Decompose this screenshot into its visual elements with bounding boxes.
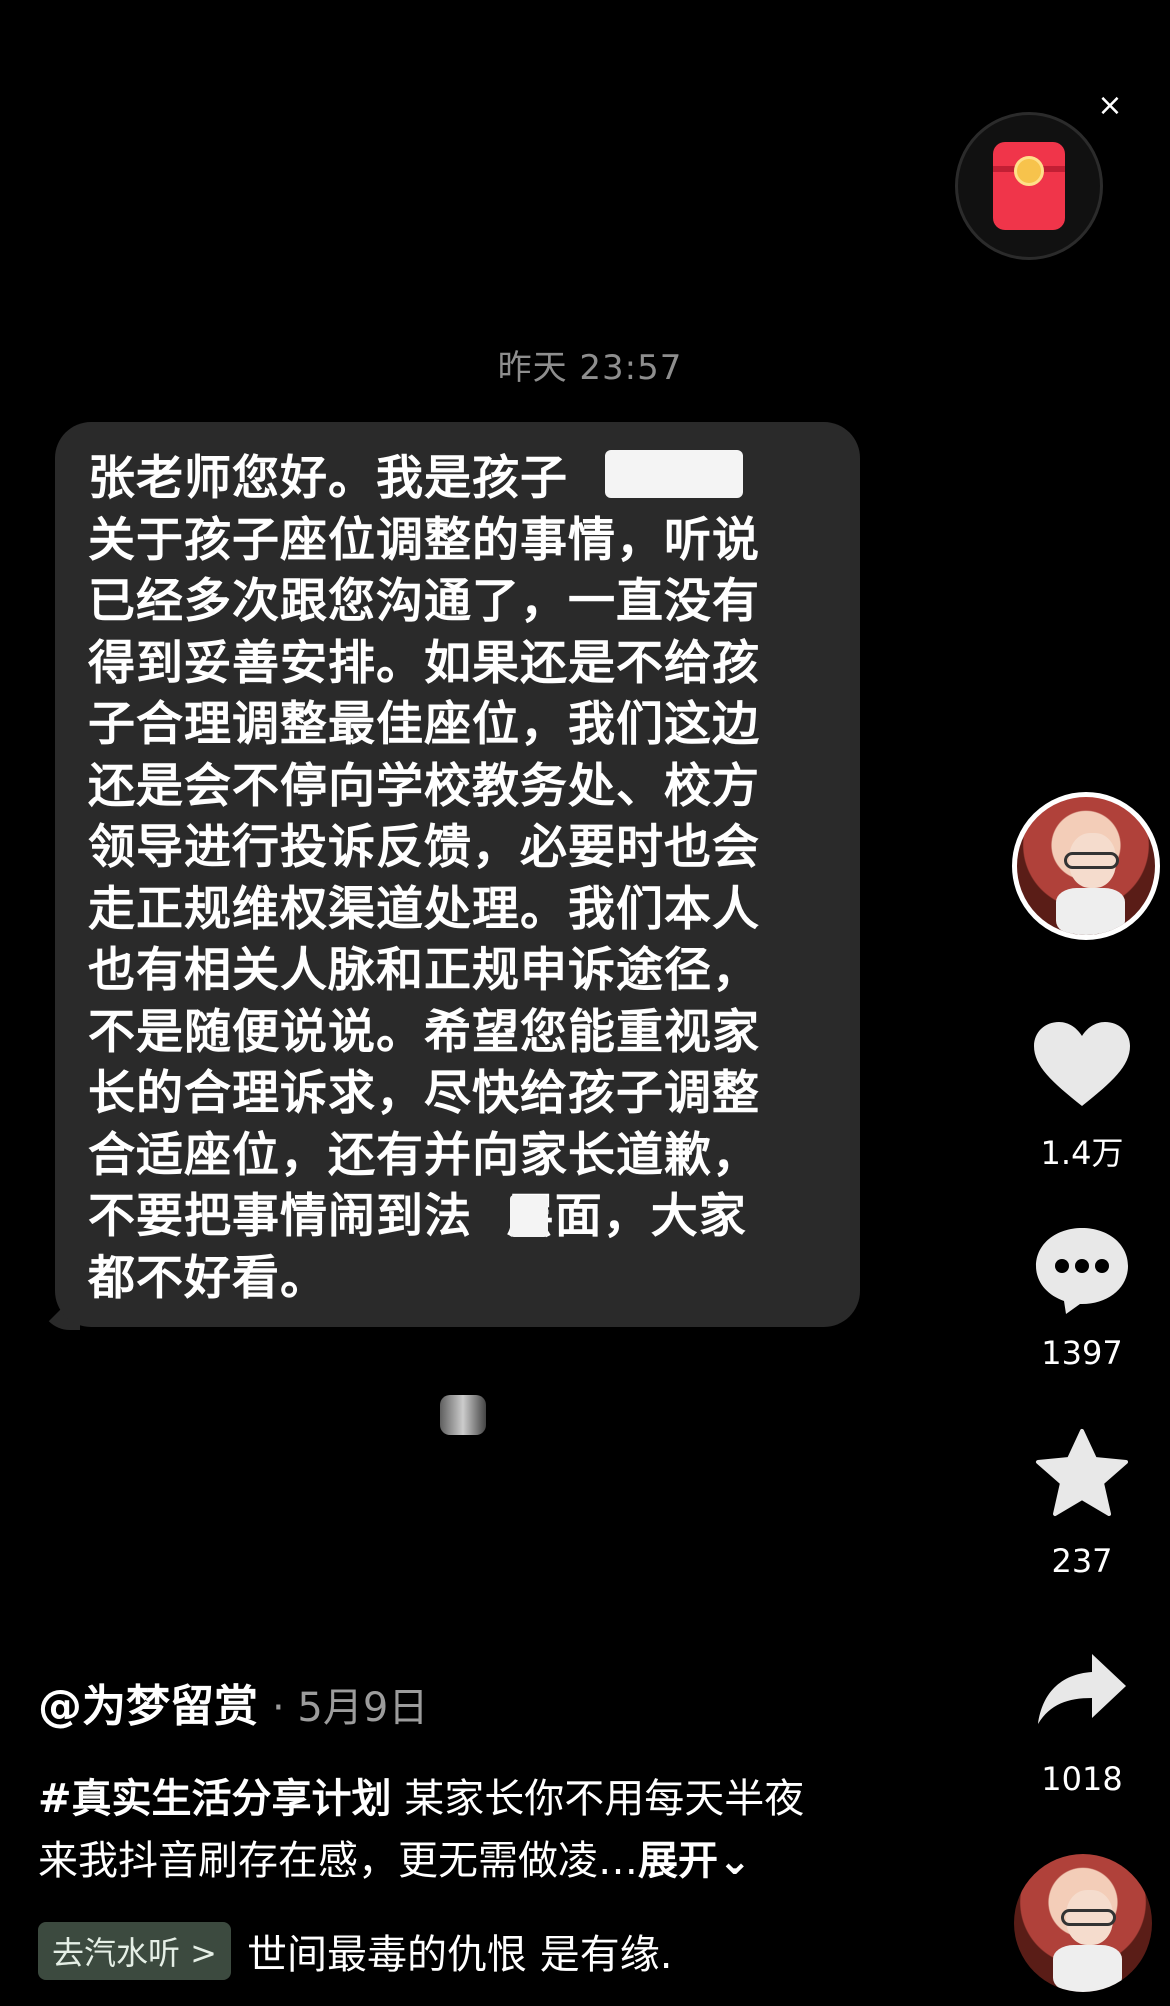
post-description: #真实生活分享计划 某家长你不用每天半夜 来我抖音刷存在感，更无需做凌…展开⌄ [38,1768,918,1892]
comment-icon[interactable] [1030,1224,1134,1316]
redaction-mark [605,450,743,498]
heart-icon[interactable] [1030,1020,1134,1110]
message-text: 张老师您好。我是孩子 关于孩子座位调整的事情，听说 已经多次跟您沟通了，一直没有… [88,451,760,1306]
expand-button[interactable]: 展开⌄ [638,1838,752,1884]
close-icon[interactable]: × [1096,91,1124,121]
post-date: · 5月9日 [272,1685,429,1731]
redaction-mark [510,1195,548,1237]
comment-count: 1397 [1041,1334,1123,1372]
author-avatar[interactable] [1012,792,1160,940]
red-packet-button[interactable] [955,112,1103,260]
hashtag-link[interactable]: #真实生活分享计划 [38,1776,392,1822]
favorite-count: 237 [1051,1542,1113,1580]
share-icon[interactable] [1030,1650,1134,1730]
music-avatar[interactable] [1014,1854,1152,1992]
music-row: 去汽水听 > 世间最毒的仇恨 是有缘. [38,1922,672,1980]
author-row: @为梦留赏 · 5月9日 [38,1670,428,1734]
image-smudge [440,1395,486,1435]
author-name[interactable]: @为梦留赏 [38,1681,258,1732]
music-title: 世间最毒的仇恨 是有缘. [247,1932,673,1978]
message-timestamp: 昨天 23:57 [497,348,683,388]
like-count: 1.4万 [1040,1134,1124,1172]
share-count: 1018 [1041,1760,1123,1798]
star-icon[interactable] [1030,1428,1134,1518]
red-envelope-icon [993,142,1065,230]
music-app-button[interactable]: 去汽水听 > [38,1922,231,1980]
